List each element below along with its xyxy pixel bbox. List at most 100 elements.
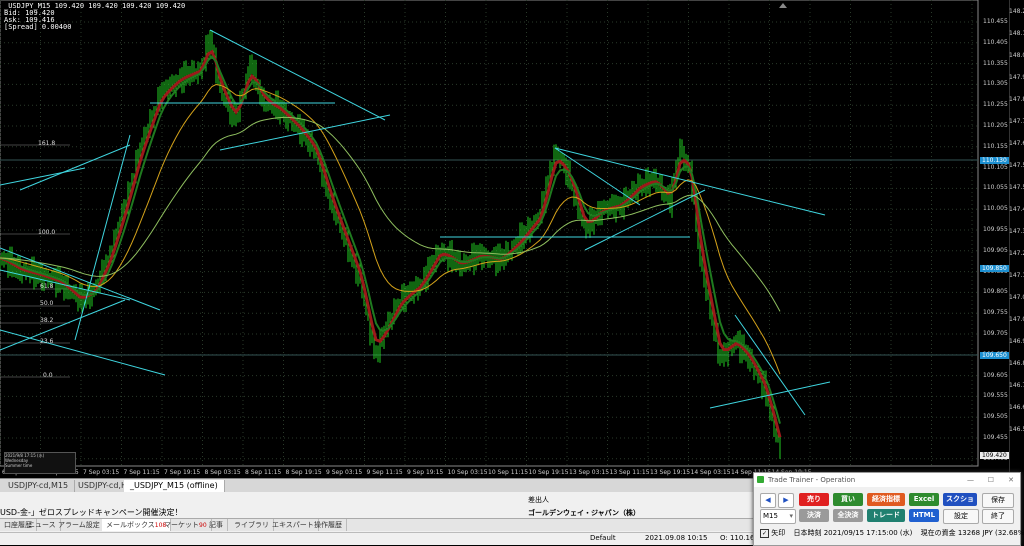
price-tick-secondary: 147.68 [1009,140,1024,147]
next-bar-button[interactable]: ▶ [778,493,794,508]
price-tick-secondary: 146.74 [1009,382,1024,389]
fib-label: 50.0 [40,300,54,307]
price-tick-secondary: 147.08 [1009,294,1024,301]
jp-time: 日本時刻 2021/09/15 17:15:00 (水) [793,529,913,537]
arrow-checkbox[interactable]: ✓ [760,528,769,538]
price-tick: 110.055 [983,184,1008,192]
timeframe-select[interactable]: M15 ▾ [760,509,796,524]
minimize-icon[interactable]: — [967,473,974,487]
fib-label: 0.0 [43,372,53,379]
ohlc-info: _USDJPY_M15 109.420 109.420 109.420 109.… [4,3,185,31]
fib-label: 23.6 [40,338,54,345]
moving-average-line [0,49,782,438]
maximize-icon[interactable]: ☐ [988,473,994,487]
trend-line [0,299,126,351]
sell-button[interactable]: 売り [799,493,829,506]
trade-trainer-titlebar[interactable]: Trade Trainer - Operation — ☐ ✕ [754,473,1020,487]
html-button[interactable]: HTML [909,509,939,522]
price-tick-secondary: 146.57 [1009,426,1024,433]
price-tick-secondary: 147.34 [1009,228,1024,235]
fib-label: 161.8 [38,140,56,147]
status-datetime: 2021.09.08 10:15 [645,534,708,542]
price-tick-secondary: 148.10 [1009,30,1024,37]
price-label-cyan: 109.650 [980,352,1009,359]
price-tick-secondary: 147.76 [1009,118,1024,125]
tab-alarms[interactable]: アラーム設定 [54,519,105,531]
moving-average-line [0,83,781,375]
price-tick: 110.005 [983,205,1008,213]
chart-tabs: USDJPY-cd,M15 USDJPY-cd,H1 _USDJPY_M15 (… [0,478,760,493]
trade-button[interactable]: トレード [867,509,905,522]
tab-usdjpy-offline[interactable]: _USDJPY_M15 (offline) [124,480,225,492]
settle-button[interactable]: 決済 [799,509,829,522]
current-price-label: 109.420 [980,452,1009,459]
tab-label: 操作履歴 [314,521,342,529]
fib-label: 61.8 [40,283,54,290]
date-info-panel: 2021/9/8 17:15 (水) Wednesday Summer time [4,452,76,474]
price-tick: 109.455 [983,434,1008,441]
tab-label: アラーム設定 [58,521,100,529]
time-tick: 8 Sep 11:15 [245,469,282,476]
time-tick: 7 Sep 19:15 [164,469,201,476]
price-label-cyan: 110.130 [980,157,1009,164]
price-tick-secondary: 146.91 [1009,338,1024,345]
time-tick: 10 Sep 03:15 [447,469,488,476]
tab-operation-log[interactable]: 操作履歴 [310,519,347,531]
indicator-button[interactable]: 経済指標 [867,493,905,506]
tab-label: ニュース [28,521,56,529]
excel-button[interactable]: Excel [909,493,939,506]
news-headline[interactable]: USD-金-」ゼロスプレッドキャンペーン開催決定！ [0,507,182,518]
price-tick-secondary: 148.22 [1009,8,1024,15]
time-tick: 10 Sep 19:15 [528,469,569,476]
trend-line [0,167,86,186]
tab-label: マーケット [164,521,199,529]
time-tick: 8 Sep 19:15 [285,469,322,476]
time-tick: 13 Sep 11:15 [609,469,650,476]
close-icon[interactable]: ✕ [1008,473,1014,487]
price-tick-secondary: 147.17 [1009,272,1024,279]
price-tick: 109.555 [983,392,1008,400]
time-tick: 13 Sep 19:15 [650,469,691,476]
price-tick: 110.205 [983,122,1008,129]
tab-articles[interactable]: 記事 [205,519,228,531]
price-tick-secondary: 147.93 [1009,74,1024,81]
price-tick-secondary: 147.85 [1009,96,1024,103]
trainer-info-row: ✓ 矢印 日本時刻 2021/09/15 17:15:00 (水) 現在の資金 … [760,528,1024,538]
price-label-cyan: 109.850 [980,265,1009,272]
time-tick: 13 Sep 03:15 [569,469,610,476]
scroll-marker-icon [779,3,787,8]
price-tick-secondary: 147.25 [1009,250,1024,257]
save-button[interactable]: 保存 [982,493,1014,508]
buy-button[interactable]: 買い [833,493,863,506]
status-bar: Default 2021.09.08 10:15 O: 110.160 [0,532,760,545]
tab-market[interactable]: マーケット90 [160,519,212,531]
column-sender: 差出人 [528,496,549,504]
settings-button[interactable]: 設定 [943,509,979,524]
trade-trainer-window: Trade Trainer - Operation — ☐ ✕ ◀ ▶ 売り 買… [753,472,1024,546]
app-icon [757,476,764,483]
chevron-down-icon: ▾ [789,512,793,520]
prev-bar-button[interactable]: ◀ [760,493,776,508]
price-tick: 109.705 [983,330,1008,337]
price-tick: 110.255 [983,101,1008,109]
time-tick: 9 Sep 03:15 [326,469,363,476]
arrow-label: 矢印 [771,529,786,537]
time-tick: 8 Sep 03:15 [204,469,241,476]
mini-summer: Summer time [5,463,33,468]
tab-usdjpy-m15[interactable]: USDJPY-cd,M15 [2,480,76,492]
price-tick-secondary: 146.83 [1009,360,1024,367]
settle-all-button[interactable]: 全決済 [833,509,863,522]
quit-button[interactable]: 終了 [982,509,1014,524]
window-title: Trade Trainer - Operation [768,476,856,484]
price-tick-secondary: 148.01 [1009,52,1024,59]
price-chart[interactable] [0,0,1009,478]
price-tick: 109.505 [983,413,1008,421]
trend-line [0,329,166,376]
trend-line [554,147,826,216]
price-tick: 110.455 [983,18,1008,25]
screenshot-button[interactable]: スクショ [943,493,977,506]
spread-line: [Spread] 0.00400 [4,23,72,31]
price-tick: 110.105 [983,163,1008,171]
news-sender: ゴールデンウェイ・ジャパン（株） [528,509,640,517]
price-tick: 110.305 [983,80,1008,88]
